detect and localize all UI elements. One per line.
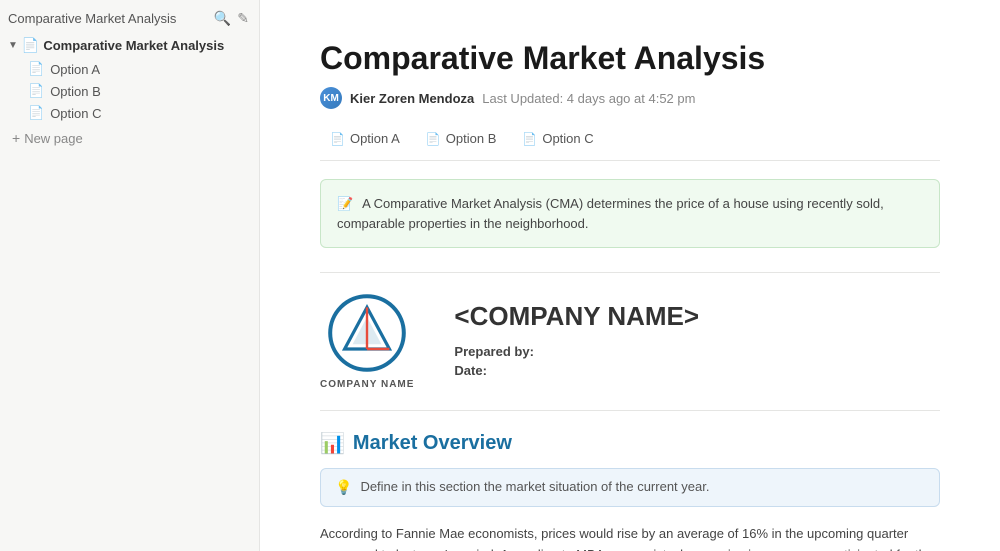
sidebar-header-actions: 🔍 ✎	[214, 10, 249, 27]
tab-label: Option A	[350, 131, 400, 146]
tab-option-c[interactable]: 📄 Option C	[512, 127, 603, 150]
author-name: Kier Zoren Mendoza	[350, 91, 474, 106]
date-line: Date:	[454, 363, 940, 378]
sidebar-root-item[interactable]: ▼ 📄 Comparative Market Analysis	[0, 33, 259, 58]
company-name-block: <COMPANY NAME> Prepared by: Date:	[454, 301, 940, 382]
tab-label: Option B	[446, 131, 497, 146]
doc-icon: 📄	[426, 132, 441, 146]
sidebar-header: Comparative Market Analysis 🔍 ✎	[0, 4, 259, 33]
sidebar-child-label: Option C	[50, 106, 101, 121]
info-icon: 📝	[337, 196, 353, 211]
page-icon: 📄	[22, 37, 39, 54]
avatar: KM	[320, 87, 342, 109]
avatar-initials: KM	[323, 93, 339, 104]
tab-option-a[interactable]: 📄 Option A	[320, 127, 410, 150]
tab-option-b[interactable]: 📄 Option B	[416, 127, 507, 150]
market-body-text: According to Fannie Mae economists, pric…	[320, 523, 940, 551]
company-logo-label: COMPANY NAME	[320, 379, 414, 390]
search-icon[interactable]: 🔍	[214, 10, 231, 27]
sidebar-child-label: Option A	[50, 62, 100, 77]
market-title-text: Market Overview	[353, 432, 512, 455]
chevron-down-icon: ▼	[8, 40, 18, 51]
prepared-by-line: Prepared by:	[454, 344, 940, 359]
sidebar-item-option-c[interactable]: 📄 Option C	[20, 102, 259, 124]
callout-icon: 💡	[335, 479, 352, 496]
company-block: COMPANY NAME <COMPANY NAME> Prepared by:…	[320, 293, 940, 390]
edit-icon[interactable]: ✎	[237, 10, 249, 27]
sidebar-children: 📄 Option A 📄 Option B 📄 Option C	[0, 58, 259, 124]
doc-icon: 📄	[330, 132, 345, 146]
divider	[320, 272, 940, 273]
new-page-label: New page	[24, 131, 83, 146]
company-name-heading: <COMPANY NAME>	[454, 301, 940, 332]
doc-icon: 📄	[522, 132, 537, 146]
sidebar-child-label: Option B	[50, 84, 101, 99]
market-icon: 📊	[320, 431, 345, 456]
callout-box: 💡 Define in this section the market situ…	[320, 468, 940, 507]
main-content: Comparative Market Analysis KM Kier Zore…	[260, 0, 1000, 551]
date-label: Date:	[454, 363, 487, 378]
new-page-button[interactable]: + New page	[0, 126, 259, 150]
page-icon: 📄	[28, 105, 44, 121]
author-line: KM Kier Zoren Mendoza Last Updated: 4 da…	[320, 87, 940, 109]
page-icon: 📄	[28, 83, 44, 99]
sidebar-title: Comparative Market Analysis	[8, 11, 176, 26]
sidebar: Comparative Market Analysis 🔍 ✎ ▼ 📄 Comp…	[0, 0, 260, 551]
page-tabs: 📄 Option A 📄 Option B 📄 Option C	[320, 127, 940, 161]
prepared-by-label: Prepared by:	[454, 344, 533, 359]
last-updated: Last Updated: 4 days ago at 4:52 pm	[482, 91, 695, 106]
info-box-text: A Comparative Market Analysis (CMA) dete…	[337, 196, 884, 231]
page-title: Comparative Market Analysis	[320, 40, 940, 77]
sidebar-root-label: Comparative Market Analysis	[43, 38, 224, 53]
sidebar-item-option-a[interactable]: 📄 Option A	[20, 58, 259, 80]
sidebar-item-option-b[interactable]: 📄 Option B	[20, 80, 259, 102]
tab-label: Option C	[542, 131, 593, 146]
page-icon: 📄	[28, 61, 44, 77]
plus-icon: +	[12, 130, 20, 146]
company-logo-area: COMPANY NAME	[320, 293, 414, 390]
info-box: 📝 A Comparative Market Analysis (CMA) de…	[320, 179, 940, 248]
divider-2	[320, 410, 940, 411]
market-overview-title: 📊 Market Overview	[320, 431, 940, 456]
company-logo	[327, 293, 407, 373]
callout-text: Define in this section the market situat…	[360, 479, 709, 494]
